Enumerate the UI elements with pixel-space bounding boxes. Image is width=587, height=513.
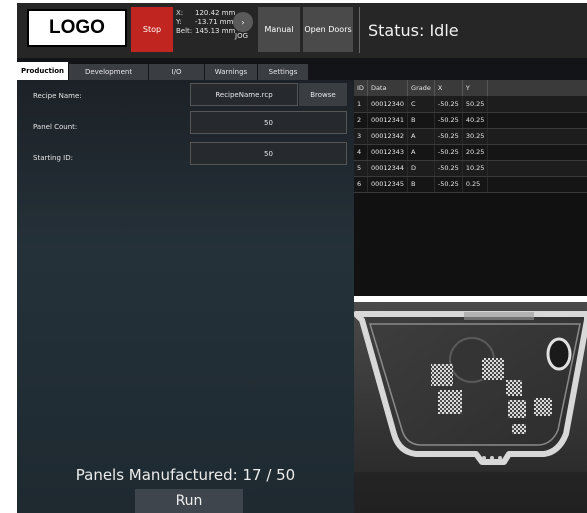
datamatrix-code xyxy=(431,364,453,386)
column-header-x[interactable]: X xyxy=(434,80,463,96)
coord-belt-value: 145.13 mm xyxy=(195,27,236,35)
production-panel: Recipe Name: RecipeName.rcp Browse Panel… xyxy=(17,80,354,513)
coord-belt-row: Belt: 145.13 mm xyxy=(176,27,237,36)
jog-label: JOG xyxy=(235,32,248,40)
camera-image xyxy=(354,302,587,513)
panels-manufactured-text: Panels Manufactured: 17 / 50 xyxy=(75,466,296,484)
header-divider xyxy=(359,7,360,53)
cell-x: -50.25 xyxy=(434,160,463,177)
cell-data: 00012341 xyxy=(367,112,409,129)
datamatrix-code xyxy=(534,398,552,416)
jog-button[interactable]: › xyxy=(233,12,253,32)
cell-data: 00012343 xyxy=(367,144,409,161)
coord-y-row: Y: -13.71 mm xyxy=(176,18,237,27)
datamatrix-code xyxy=(512,424,526,434)
position-readout: X: 120.42 mm Y: -13.71 mm Belt: 145.13 m… xyxy=(176,9,237,36)
table-row[interactable]: 5 00012344 D -50.25 10.25 xyxy=(354,160,587,177)
cell-grade: A xyxy=(407,144,435,161)
cell-id: 2 xyxy=(354,112,368,129)
cell-y: 0.25 xyxy=(462,176,489,193)
fixture-hole xyxy=(546,337,572,371)
cell-y: 30.25 xyxy=(462,128,489,145)
cell-filler xyxy=(487,96,587,113)
datamatrix-code xyxy=(508,400,526,418)
table-row[interactable]: 1 00012340 C -50.25 50.25 xyxy=(354,96,587,113)
cell-y: 40.25 xyxy=(462,112,489,129)
cell-grade: A xyxy=(407,128,435,145)
panel-count-field[interactable]: 50 xyxy=(190,111,347,134)
manual-button[interactable]: Manual xyxy=(258,7,300,52)
results-table: ID Data Grade X Y 1 00012340 C -50.25 50… xyxy=(354,80,587,193)
table-row[interactable]: 4 00012343 A -50.25 20.25 xyxy=(354,144,587,161)
cell-filler xyxy=(487,112,587,129)
column-header-grade[interactable]: Grade xyxy=(407,80,435,96)
column-header-filler xyxy=(487,80,587,96)
cell-data: 00012345 xyxy=(367,176,409,193)
cell-id: 5 xyxy=(354,160,368,177)
tab-development[interactable]: Development xyxy=(69,64,148,80)
table-row[interactable]: 6 00012345 B -50.25 0.25 xyxy=(354,176,587,193)
cell-y: 20.25 xyxy=(462,144,489,161)
cell-grade: D xyxy=(407,160,435,177)
cell-data: 00012342 xyxy=(367,128,409,145)
cell-filler xyxy=(487,128,587,145)
results-table-container: ID Data Grade X Y 1 00012340 C -50.25 50… xyxy=(354,80,587,296)
table-row[interactable]: 3 00012342 A -50.25 30.25 xyxy=(354,128,587,145)
cell-id: 1 xyxy=(354,96,368,113)
stop-button[interactable]: Stop xyxy=(131,7,173,52)
cell-filler xyxy=(487,176,587,193)
tab-warnings[interactable]: Warnings xyxy=(205,64,257,80)
cell-id: 3 xyxy=(354,128,368,145)
cell-filler xyxy=(487,160,587,177)
column-header-y[interactable]: Y xyxy=(462,80,489,96)
status-text: Status: Idle xyxy=(368,21,459,40)
recipe-name-label: Recipe Name: xyxy=(33,92,82,100)
column-header-id[interactable]: ID xyxy=(354,80,368,96)
table-row[interactable]: 2 00012341 B -50.25 40.25 xyxy=(354,112,587,129)
cell-id: 4 xyxy=(354,144,368,161)
coord-x-row: X: 120.42 mm xyxy=(176,9,237,18)
coord-y-value: -13.71 mm xyxy=(195,18,234,26)
browse-button[interactable]: Browse xyxy=(299,83,347,106)
panel-count-label: Panel Count: xyxy=(33,123,78,131)
cell-grade: B xyxy=(407,112,435,129)
tab-production[interactable]: Production xyxy=(17,62,68,80)
datamatrix-code xyxy=(482,358,504,380)
cell-y: 10.25 xyxy=(462,160,489,177)
table-header-row: ID Data Grade X Y xyxy=(354,80,587,96)
cell-x: -50.25 xyxy=(434,128,463,145)
run-button[interactable]: Run xyxy=(135,489,243,513)
logo: LOGO xyxy=(27,9,127,47)
cell-x: -50.25 xyxy=(434,176,463,193)
coord-x-label: X: xyxy=(176,9,184,17)
starting-id-label: Starting ID: xyxy=(33,154,73,162)
cell-filler xyxy=(487,144,587,161)
tab-io[interactable]: I/O xyxy=(149,64,204,80)
coord-belt-label: Belt: xyxy=(176,27,193,35)
camera-view xyxy=(354,302,587,513)
cell-x: -50.25 xyxy=(434,112,463,129)
tab-settings[interactable]: Settings xyxy=(258,64,308,80)
header-bar: LOGO Stop X: 120.42 mm Y: -13.71 mm Belt… xyxy=(17,3,587,58)
cell-x: -50.25 xyxy=(434,144,463,161)
cell-grade: C xyxy=(407,96,435,113)
coord-x-value: 120.42 mm xyxy=(195,9,236,17)
tab-bar: Production Development I/O Warnings Sett… xyxy=(17,58,587,80)
starting-id-field[interactable]: 50 xyxy=(190,142,347,165)
chevron-right-icon: › xyxy=(241,17,245,27)
open-doors-button[interactable]: Open Doors xyxy=(303,7,353,52)
cell-data: 00012344 xyxy=(367,160,409,177)
cell-data: 00012340 xyxy=(367,96,409,113)
column-header-data[interactable]: Data xyxy=(367,80,409,96)
cell-x: -50.25 xyxy=(434,96,463,113)
cell-y: 50.25 xyxy=(462,96,489,113)
datamatrix-code xyxy=(506,380,522,396)
cell-grade: B xyxy=(407,176,435,193)
app-window: LOGO Stop X: 120.42 mm Y: -13.71 mm Belt… xyxy=(0,0,587,513)
cell-id: 6 xyxy=(354,176,368,193)
coord-y-label: Y: xyxy=(176,18,182,26)
datamatrix-code xyxy=(438,390,462,414)
recipe-name-field[interactable]: RecipeName.rcp xyxy=(190,83,298,106)
